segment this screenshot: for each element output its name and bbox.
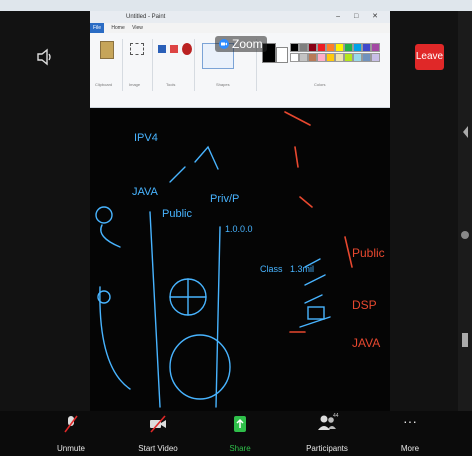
ribbon-group-colors: Colors <box>258 39 386 91</box>
video-off-icon <box>150 415 166 433</box>
scroll-controls <box>461 126 469 347</box>
palette-swatch[interactable] <box>290 43 299 52</box>
fill-icon[interactable] <box>170 45 178 53</box>
ribbon-group-clipboard: Clipboard <box>92 39 123 91</box>
paint-title: Untitled - Paint <box>126 14 166 20</box>
select-icon[interactable] <box>130 43 144 55</box>
palette-swatch[interactable] <box>299 43 308 52</box>
whiteboard-text: JAVA <box>352 336 380 350</box>
whiteboard-text: Public <box>162 208 192 220</box>
pencil-icon[interactable] <box>158 45 166 53</box>
color2-swatch[interactable] <box>276 47 288 63</box>
palette-swatch[interactable] <box>371 43 380 52</box>
paint-file-menu[interactable]: File <box>90 23 104 33</box>
share-button[interactable]: Share <box>222 411 258 456</box>
shared-screen: Untitled - Paint – □ ✕ File Home View Cl… <box>90 11 390 411</box>
start-video-button[interactable]: Start Video <box>128 411 188 456</box>
palette-swatch[interactable] <box>335 43 344 52</box>
whiteboard-text: JAVA <box>132 186 159 198</box>
share-arrow-icon <box>234 416 246 432</box>
palette-swatch[interactable] <box>326 43 335 52</box>
participant-count: 44 <box>333 413 339 419</box>
brush-icon[interactable] <box>182 43 192 55</box>
whiteboard-text: Public <box>352 246 385 260</box>
paint-menu-view[interactable]: View <box>132 23 143 33</box>
whiteboard-text: 1.3mil <box>290 264 314 274</box>
palette-swatch[interactable] <box>290 53 299 62</box>
window-controls[interactable]: – □ ✕ <box>336 11 384 23</box>
palette-swatch[interactable] <box>335 53 344 62</box>
more-button[interactable]: ··· More <box>390 411 430 456</box>
microphone-muted-icon <box>64 415 78 433</box>
palette-swatch[interactable] <box>317 43 326 52</box>
whiteboard-text: IPV4 <box>134 132 158 144</box>
leave-button[interactable]: Leave <box>415 44 444 70</box>
zoom-indicator: Zoom <box>215 36 267 52</box>
palette-swatch[interactable] <box>344 43 353 52</box>
left-panel <box>0 11 90 411</box>
palette-swatch[interactable] <box>308 43 317 52</box>
ribbon-group-image: Image <box>124 39 153 91</box>
paint-menu-home[interactable]: Home <box>111 23 124 33</box>
side-scrollbar[interactable] <box>458 11 472 411</box>
window-top-strip <box>0 0 472 11</box>
paint-menubar: File Home View <box>90 23 390 33</box>
whiteboard-text: DSP <box>352 298 377 312</box>
meeting-toolbar: Unmute Start Video Share 44 Participants… <box>0 411 472 456</box>
whiteboard-text: 1.0.0.0 <box>225 224 253 234</box>
paint-titlebar: Untitled - Paint – □ ✕ <box>90 11 390 23</box>
palette-swatch[interactable] <box>308 53 317 62</box>
palette-swatch[interactable] <box>353 43 362 52</box>
palette-swatch[interactable] <box>299 53 308 62</box>
whiteboard-drawing: IPV4 JAVA Public Priv/P 1.0.0.0 Class 1.… <box>95 111 385 408</box>
palette-swatch[interactable] <box>317 53 326 62</box>
palette-swatch[interactable] <box>353 53 362 62</box>
unmute-button[interactable]: Unmute <box>46 411 96 456</box>
paste-icon[interactable] <box>100 41 114 59</box>
palette-swatch[interactable] <box>362 43 371 52</box>
palette-swatch[interactable] <box>344 53 353 62</box>
whiteboard-text: Class <box>260 264 283 274</box>
palette-swatch[interactable] <box>362 53 371 62</box>
ribbon-group-tools: Tools <box>154 39 195 91</box>
whiteboard-text: Priv/P <box>210 193 239 205</box>
participants-button[interactable]: 44 Participants <box>300 411 354 456</box>
speaker-icon[interactable] <box>36 48 54 66</box>
more-dots-icon: ··· <box>403 413 417 429</box>
palette-swatch[interactable] <box>371 53 380 62</box>
zoom-logo-icon <box>219 39 229 49</box>
palette-swatch[interactable] <box>326 53 335 62</box>
